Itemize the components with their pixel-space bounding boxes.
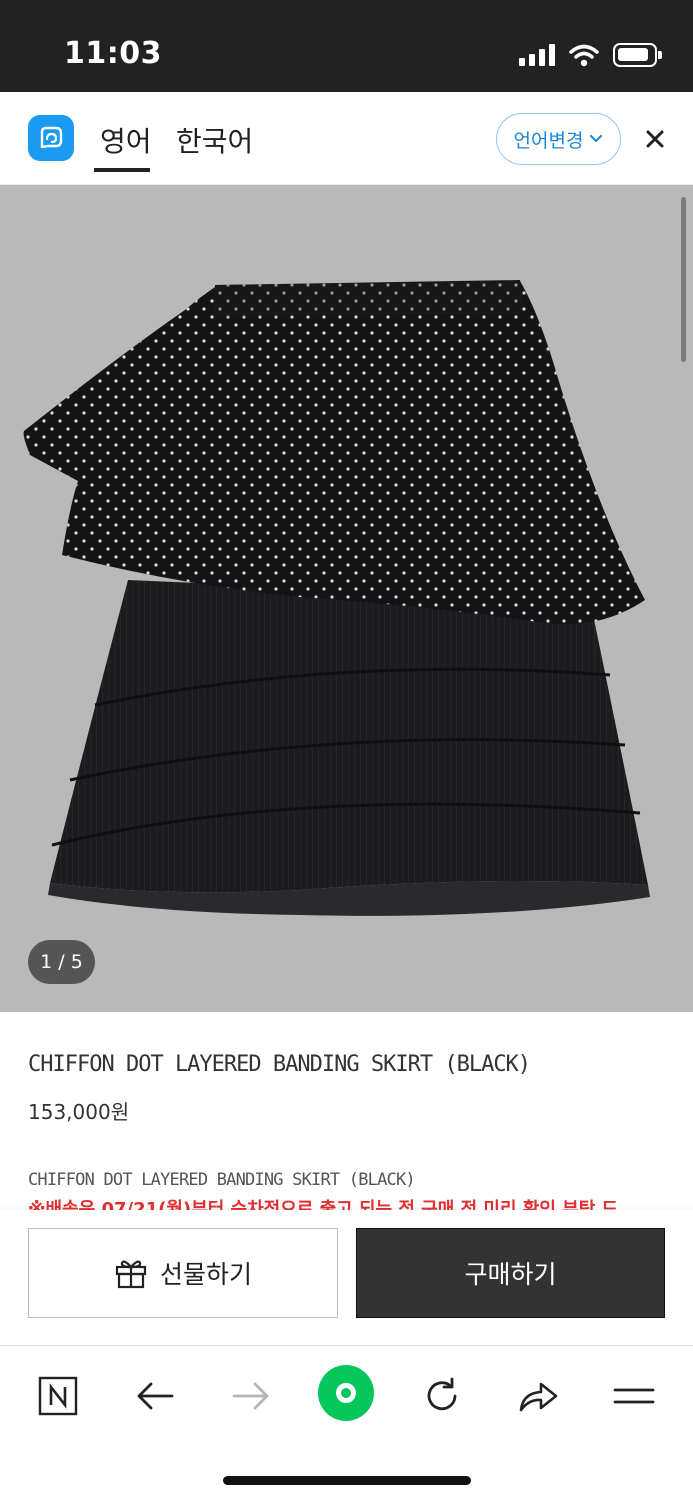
- browser-toolbar: [0, 1345, 693, 1500]
- green-dot-icon[interactable]: [318, 1365, 374, 1421]
- forward-arrow-icon[interactable]: [223, 1368, 279, 1424]
- product-title: CHIFFON DOT LAYERED BANDING SKIRT (BLACK…: [28, 1052, 531, 1077]
- tab-korean[interactable]: 한국어: [176, 120, 253, 160]
- scrollbar-thumb[interactable]: [681, 197, 686, 362]
- page: 11:03 영어 한국어 언어변경 1 / 5 CHIFFON DOT LAYE…: [0, 0, 693, 1500]
- buy-button-label: 구매하기: [464, 1260, 557, 1289]
- gift-icon: [115, 1260, 147, 1289]
- purchase-bar: 선물하기 구매하기: [0, 1210, 693, 1345]
- active-tab-indicator: [94, 168, 150, 172]
- gift-button[interactable]: 선물하기: [28, 1228, 338, 1318]
- gift-button-label: 선물하기: [159, 1260, 252, 1289]
- naver-home-icon[interactable]: [30, 1368, 86, 1424]
- menu-icon[interactable]: [606, 1368, 662, 1424]
- home-indicator[interactable]: [223, 1476, 471, 1485]
- tab-english[interactable]: 영어: [100, 120, 152, 160]
- refresh-icon[interactable]: [414, 1368, 470, 1424]
- translate-bar: 영어 한국어 언어변경: [0, 92, 693, 185]
- status-time: 11:03: [64, 36, 162, 71]
- cellular-signal-icon: [519, 44, 555, 66]
- papago-logo-icon: [28, 115, 74, 161]
- status-bar: 11:03: [0, 0, 693, 92]
- back-arrow-icon[interactable]: [127, 1368, 183, 1424]
- buy-button[interactable]: 구매하기: [356, 1228, 665, 1318]
- product-image: [23, 280, 650, 916]
- shipping-notice: ※배송은 07/21(월)부터 순차적으로 출고 되는 점 구매 전 미리 확인…: [28, 1199, 619, 1210]
- close-icon[interactable]: [640, 124, 670, 154]
- product-image-gallery[interactable]: 1 / 5: [0, 185, 693, 1012]
- description-title: CHIFFON DOT LAYERED BANDING SKIRT (BLACK…: [28, 1170, 416, 1190]
- change-language-label: 언어변경: [513, 129, 584, 152]
- share-icon[interactable]: [510, 1368, 566, 1424]
- status-icons: [519, 40, 662, 70]
- product-price: 153,000원: [28, 1100, 130, 1124]
- image-counter-badge: 1 / 5: [28, 940, 95, 984]
- battery-icon: [613, 43, 662, 67]
- chevron-down-icon: [590, 135, 603, 143]
- change-language-button[interactable]: 언어변경: [496, 113, 621, 165]
- wifi-icon: [569, 44, 599, 67]
